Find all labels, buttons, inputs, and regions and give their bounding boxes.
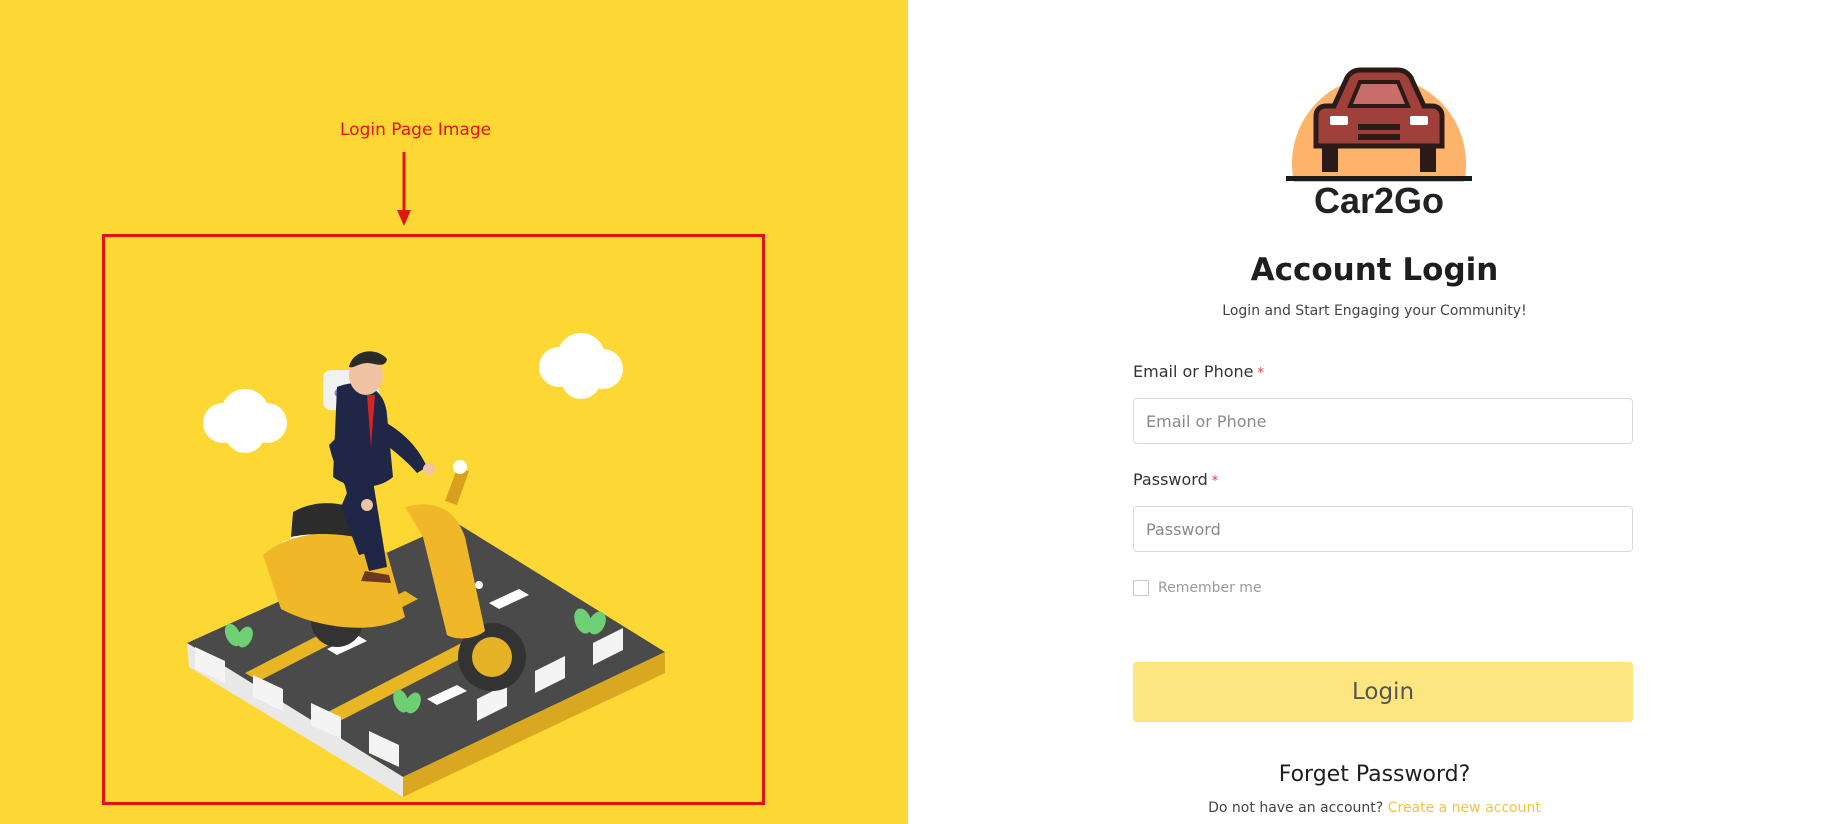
- login-page-image-frame: [102, 234, 765, 805]
- cloud-icon: [203, 389, 287, 453]
- annotation-label: Login Page Image: [340, 120, 492, 140]
- brand-logo: Car2Go: [1286, 54, 1472, 224]
- email-label-text: Email or Phone: [1133, 362, 1254, 381]
- annotation-arrow-icon: [397, 152, 411, 226]
- login-button[interactable]: Login: [1133, 662, 1633, 722]
- brand-name: Car2Go: [1313, 180, 1445, 221]
- signup-prompt: Do not have an account?: [1208, 800, 1384, 816]
- page-title: Account Login: [1250, 252, 1499, 288]
- signup-row: Do not have an account? Create a new acc…: [908, 800, 1841, 816]
- left-hero-panel: Login Page Image: [0, 0, 908, 824]
- road-platform: [187, 522, 665, 797]
- password-field[interactable]: [1133, 506, 1633, 552]
- page-subtitle: Login and Start Engaging your Community!: [1222, 303, 1527, 319]
- password-label: Password *: [1133, 470, 1218, 489]
- required-marker: *: [1211, 474, 1219, 489]
- remember-me-label[interactable]: Remember me: [1158, 580, 1262, 596]
- remember-me-checkbox[interactable]: [1133, 580, 1149, 596]
- create-account-link[interactable]: Create a new account: [1388, 800, 1541, 816]
- scooter-rider-illustration: [187, 333, 665, 797]
- required-marker: *: [1257, 366, 1265, 381]
- email-field[interactable]: [1133, 398, 1633, 444]
- password-label-text: Password: [1133, 470, 1208, 489]
- car-logo-icon: [1286, 67, 1472, 182]
- email-label: Email or Phone *: [1133, 362, 1264, 381]
- cloud-icon: [539, 333, 623, 399]
- login-panel: Car2Go Account Login Login and Start Eng…: [908, 0, 1841, 824]
- remember-me-row: Remember me: [1133, 580, 1262, 596]
- forgot-password-link[interactable]: Forget Password?: [908, 762, 1841, 787]
